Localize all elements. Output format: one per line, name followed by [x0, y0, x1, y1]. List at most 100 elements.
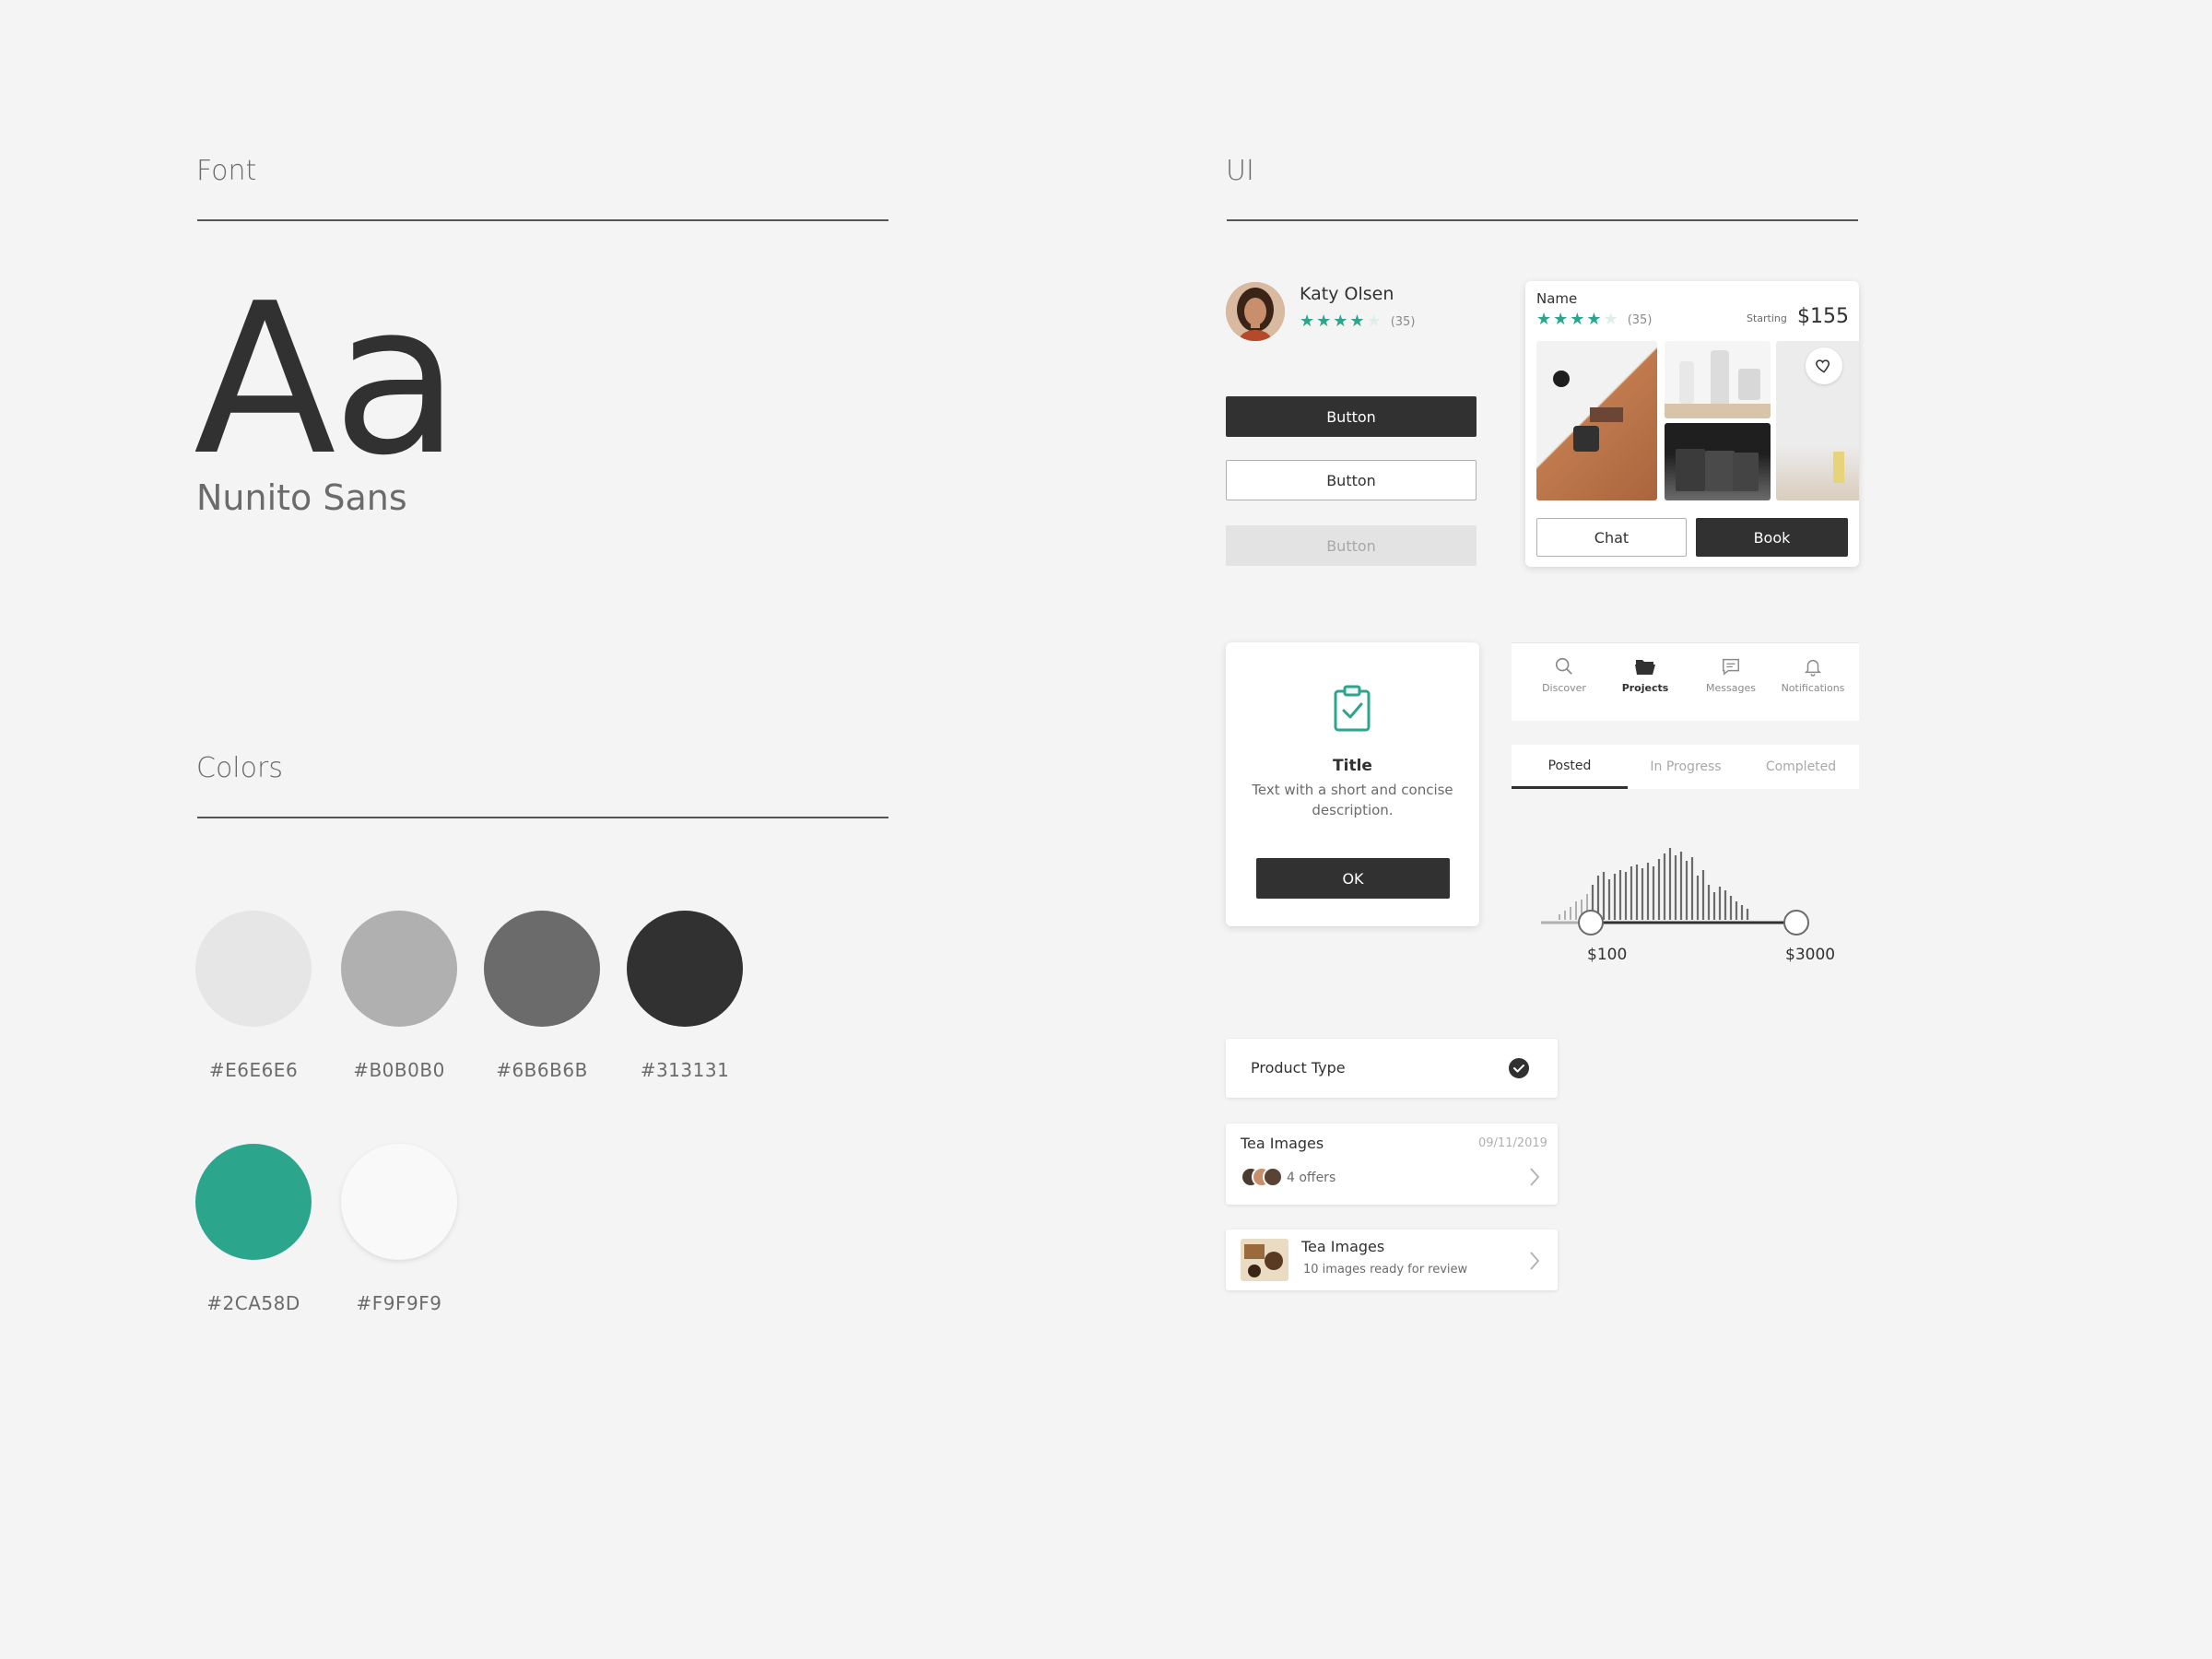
ok-button[interactable]: OK	[1256, 858, 1450, 899]
product-photo-desk[interactable]	[1536, 341, 1657, 500]
dialog: Title Text with a short and concise desc…	[1226, 642, 1479, 926]
price-histogram	[1559, 848, 1749, 920]
star-icon: ★	[1586, 310, 1602, 329]
search-icon	[1555, 657, 1572, 675]
product-photo-detail	[1733, 453, 1759, 491]
color-label-313131: #313131	[640, 1059, 730, 1081]
nav-label-notifications: Notifications	[1781, 682, 1845, 694]
color-swatch-b0b0b0	[341, 911, 457, 1027]
color-label-2ca58d: #2CA58D	[206, 1292, 300, 1314]
profile-rating: ★ ★ ★ ★ ★ (35)	[1300, 313, 1415, 330]
product-photo-detail	[1590, 407, 1623, 422]
slider-handle-max[interactable]	[1783, 910, 1809, 935]
list-item-date: 09/11/2019	[1478, 1136, 1547, 1150]
ui-section-divider	[1227, 219, 1858, 221]
star-icon: ★	[1553, 310, 1569, 329]
color-swatch-2ca58d	[195, 1144, 312, 1260]
price-prefix: Starting	[1747, 312, 1787, 324]
nav-item-projects[interactable]: Projects	[1604, 656, 1687, 694]
chat-button[interactable]: Chat	[1536, 518, 1687, 557]
tea-thumbnail-detail	[1244, 1244, 1265, 1259]
check-circle-icon	[1509, 1058, 1529, 1082]
nav-item-notifications[interactable]: Notifications	[1771, 656, 1854, 694]
outline-button[interactable]: Button	[1226, 460, 1477, 500]
list-item-title: Tea Images	[1241, 1135, 1324, 1152]
list-item[interactable]: Tea Images 10 images ready for review	[1226, 1230, 1558, 1290]
slider-min-label: $100	[1587, 946, 1628, 964]
list-item-offers: 4 offers	[1287, 1171, 1336, 1185]
product-photo-detail	[1553, 371, 1570, 387]
product-type-option[interactable]: Product Type	[1226, 1039, 1558, 1098]
product-card[interactable]: Name ★ ★ ★ ★ ★ (35) Starting $155 Chat Book	[1525, 281, 1859, 567]
nav-label-messages: Messages	[1706, 682, 1756, 694]
disabled-button: Button	[1226, 525, 1477, 566]
product-card-review-count: (35)	[1627, 312, 1653, 327]
product-photo-detail	[1676, 449, 1705, 491]
product-photo-detail	[1738, 369, 1760, 400]
product-type-label: Product Type	[1251, 1059, 1346, 1077]
colors-section-title: Colors	[196, 752, 283, 784]
list-item[interactable]: Tea Images 09/11/2019 4 offers	[1226, 1124, 1558, 1205]
color-label-f9f9f9: #F9F9F9	[356, 1292, 442, 1314]
font-specimen: Aa	[194, 259, 460, 501]
product-photo-cups[interactable]	[1665, 423, 1771, 500]
star-rating: ★ ★ ★ ★ ★	[1536, 312, 1618, 328]
favorite-button[interactable]	[1806, 347, 1842, 384]
product-photo-detail	[1665, 404, 1771, 418]
avatar	[1263, 1167, 1283, 1187]
price-range-slider[interactable]	[1530, 839, 1843, 940]
heart-icon	[1816, 359, 1830, 373]
star-icon: ★	[1333, 312, 1348, 331]
slider-handle-min[interactable]	[1578, 910, 1604, 935]
folder-icon	[1635, 660, 1655, 675]
bell-icon	[1804, 659, 1822, 677]
star-icon: ★	[1536, 310, 1552, 329]
product-photo-detail	[1705, 451, 1735, 491]
font-section-divider	[197, 219, 888, 221]
product-card-rating: ★ ★ ★ ★ ★ (35)	[1536, 312, 1652, 328]
clipboard-check-icon	[1333, 685, 1371, 736]
primary-button[interactable]: Button	[1226, 396, 1477, 437]
star-rating: ★ ★ ★ ★ ★	[1300, 313, 1382, 330]
color-label-e6e6e6: #E6E6E6	[208, 1059, 299, 1081]
tab-in-progress[interactable]: In Progress	[1628, 745, 1744, 789]
color-label-6b6b6b: #6B6B6B	[496, 1059, 588, 1081]
product-photo-detail	[1573, 426, 1599, 452]
dialog-title: Title	[1333, 757, 1372, 775]
profile-name: Katy Olsen	[1300, 284, 1394, 304]
message-icon	[1723, 658, 1739, 676]
tab-completed[interactable]: Completed	[1743, 745, 1859, 789]
tab-posted[interactable]: Posted	[1512, 745, 1628, 789]
offer-avatars	[1241, 1167, 1283, 1187]
star-icon: ★	[1316, 312, 1332, 331]
star-icon: ★	[1300, 312, 1315, 331]
color-swatch-f9f9f9	[341, 1144, 457, 1260]
book-button[interactable]: Book	[1696, 518, 1848, 557]
list-item-subtitle: 10 images ready for review	[1303, 1263, 1468, 1277]
font-section-title: Font	[196, 155, 257, 187]
tea-thumbnail-detail	[1265, 1252, 1283, 1270]
color-label-b0b0b0: #B0B0B0	[353, 1059, 445, 1081]
product-card-name: Name	[1536, 290, 1578, 307]
product-photo-detail	[1679, 361, 1694, 404]
avatar[interactable]	[1226, 282, 1285, 341]
color-swatch-e6e6e6	[195, 911, 312, 1027]
color-swatch-313131	[627, 911, 743, 1027]
chevron-right-icon	[1530, 1168, 1540, 1186]
nav-label-discover: Discover	[1542, 682, 1586, 694]
nav-item-discover[interactable]: Discover	[1523, 656, 1606, 694]
product-photo-detail	[1833, 452, 1844, 483]
product-photo-detail	[1711, 350, 1729, 407]
nav-label-projects: Projects	[1621, 682, 1669, 694]
chevron-right-icon	[1530, 1252, 1540, 1270]
list-item-title: Tea Images	[1301, 1238, 1385, 1255]
font-name: Nunito Sans	[196, 477, 407, 518]
avatar-portrait	[1226, 282, 1285, 341]
product-photo-bottles[interactable]	[1665, 341, 1771, 418]
nav-item-messages[interactable]: Messages	[1689, 656, 1772, 694]
slider-max-label: $3000	[1785, 946, 1836, 964]
ui-section-title: UI	[1226, 155, 1254, 187]
colors-section-divider	[197, 817, 888, 818]
color-swatch-6b6b6b	[484, 911, 600, 1027]
star-empty-icon: ★	[1603, 310, 1618, 329]
